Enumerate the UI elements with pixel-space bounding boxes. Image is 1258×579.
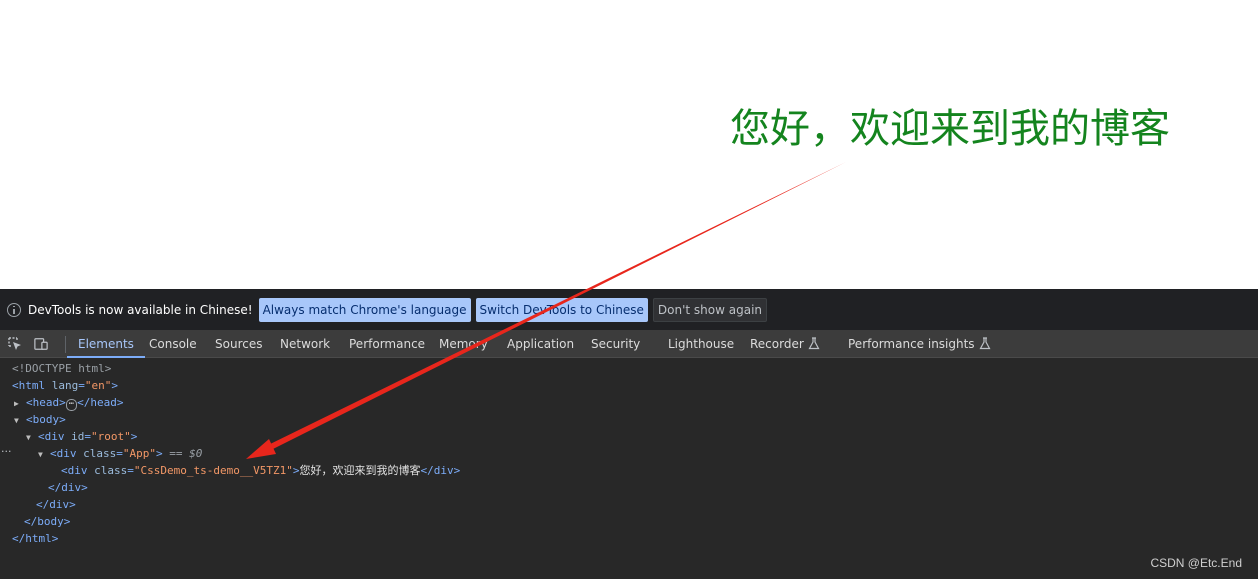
demo-close-tag: </div> [420,464,461,477]
root-open-tag: <div [38,430,65,443]
selected-node-marker: == $0 [169,447,203,460]
collapse-triangle-icon[interactable]: ▼ [38,446,50,463]
tab-elements[interactable]: Elements [67,331,145,358]
demo-div-node[interactable]: <div class="CssDemo_ts-demo__V5TZ1">您好，欢… [61,462,460,479]
toolbar-divider [65,336,66,353]
root-attr-value: "root" [91,430,131,443]
demo-attr-value: "CssDemo_ts-demo__V5TZ1" [133,464,293,477]
tab-application[interactable]: Application [507,331,574,357]
info-icon [7,302,21,317]
infobar-message: DevTools is now available in Chinese! [28,302,253,317]
tab-recorder-label: Recorder [750,337,804,351]
head-close-tag: </head> [77,396,124,409]
body-close-node[interactable]: </body> [24,513,70,530]
root-div-node[interactable]: ▼ <div id="root"> [26,428,137,445]
html-close-node[interactable]: </html> [12,530,58,547]
expand-triangle-icon[interactable]: ▶ [14,395,26,412]
match-language-button[interactable]: Always match Chrome's language [258,297,471,322]
tab-performance-insights[interactable]: Performance insights [848,331,991,357]
root-close-node[interactable]: </div> [36,496,76,513]
dont-show-again-button[interactable]: Don't show again [652,297,768,322]
switch-to-chinese-button[interactable]: Switch DevTools to Chinese [475,297,648,322]
doctype-text: <!DOCTYPE html> [12,362,112,375]
demo-attr-name: class [94,464,128,477]
flask-icon [808,337,820,350]
tab-lighthouse[interactable]: Lighthouse [668,331,734,357]
root-close-tag: </div> [36,498,76,511]
collapse-triangle-icon[interactable]: ▼ [26,429,38,446]
tab-network[interactable]: Network [280,331,330,357]
flask-icon [979,337,991,350]
tab-security[interactable]: Security [591,331,640,357]
app-close-tag: </div> [48,481,88,494]
devtools-tabbar: Elements Console Sources Network Perform… [0,331,1258,358]
root-attr-name: id [71,430,85,443]
body-open-tag: <body> [26,413,66,426]
inspect-element-icon[interactable] [8,337,22,351]
doctype-node[interactable]: <!DOCTYPE html> [12,360,111,377]
device-toggle-icon[interactable] [34,337,48,351]
tab-memory[interactable]: Memory [439,331,488,357]
body-close-tag: </body> [24,515,71,528]
tab-performance-insights-label: Performance insights [848,337,975,351]
app-div-node[interactable]: ▼ <div class="App"> == $0 [38,445,202,462]
demo-text-content: 您好，欢迎来到我的博客 [299,464,421,477]
app-open-tag: <div [50,447,77,460]
language-infobar: DevTools is now available in Chinese! Al… [0,289,1258,331]
dom-tree: <!DOCTYPE html> <html lang="en"> ▶ <head>… [0,360,1258,560]
csdn-watermark: CSDN @Etc.End [1150,556,1242,570]
app-close-node[interactable]: </div> [48,479,88,496]
tab-performance[interactable]: Performance [349,331,425,357]
body-node[interactable]: ▼ <body> [14,411,66,428]
tab-recorder[interactable]: Recorder [750,331,820,357]
head-open-tag: <head> [26,396,66,409]
demo-open-tag: <div [61,464,88,477]
greeting-text: 您好，欢迎来到我的博客 [730,106,1170,152]
collapse-triangle-icon[interactable]: ▼ [14,412,26,429]
app-attr-value: "App" [122,447,156,460]
html-attr-value: "en" [84,379,112,392]
app-attr-name: class [83,447,117,460]
html-open-tag: <html [12,379,46,392]
more-options-icon[interactable]: ··· [1,445,12,458]
html-node[interactable]: <html lang="en"> [12,377,118,394]
html-attr-name: lang [51,379,79,392]
devtools-panel: DevTools is now available in Chinese! Al… [0,289,1258,579]
collapsed-ellipsis-icon[interactable]: ⋯ [65,399,78,411]
tab-console[interactable]: Console [149,331,197,357]
html-close-tag: </html> [12,532,59,545]
page-viewport: 您好，欢迎来到我的博客 [0,0,1258,289]
tab-sources[interactable]: Sources [215,331,262,357]
head-node[interactable]: ▶ <head> ⋯ </head> [14,394,124,411]
